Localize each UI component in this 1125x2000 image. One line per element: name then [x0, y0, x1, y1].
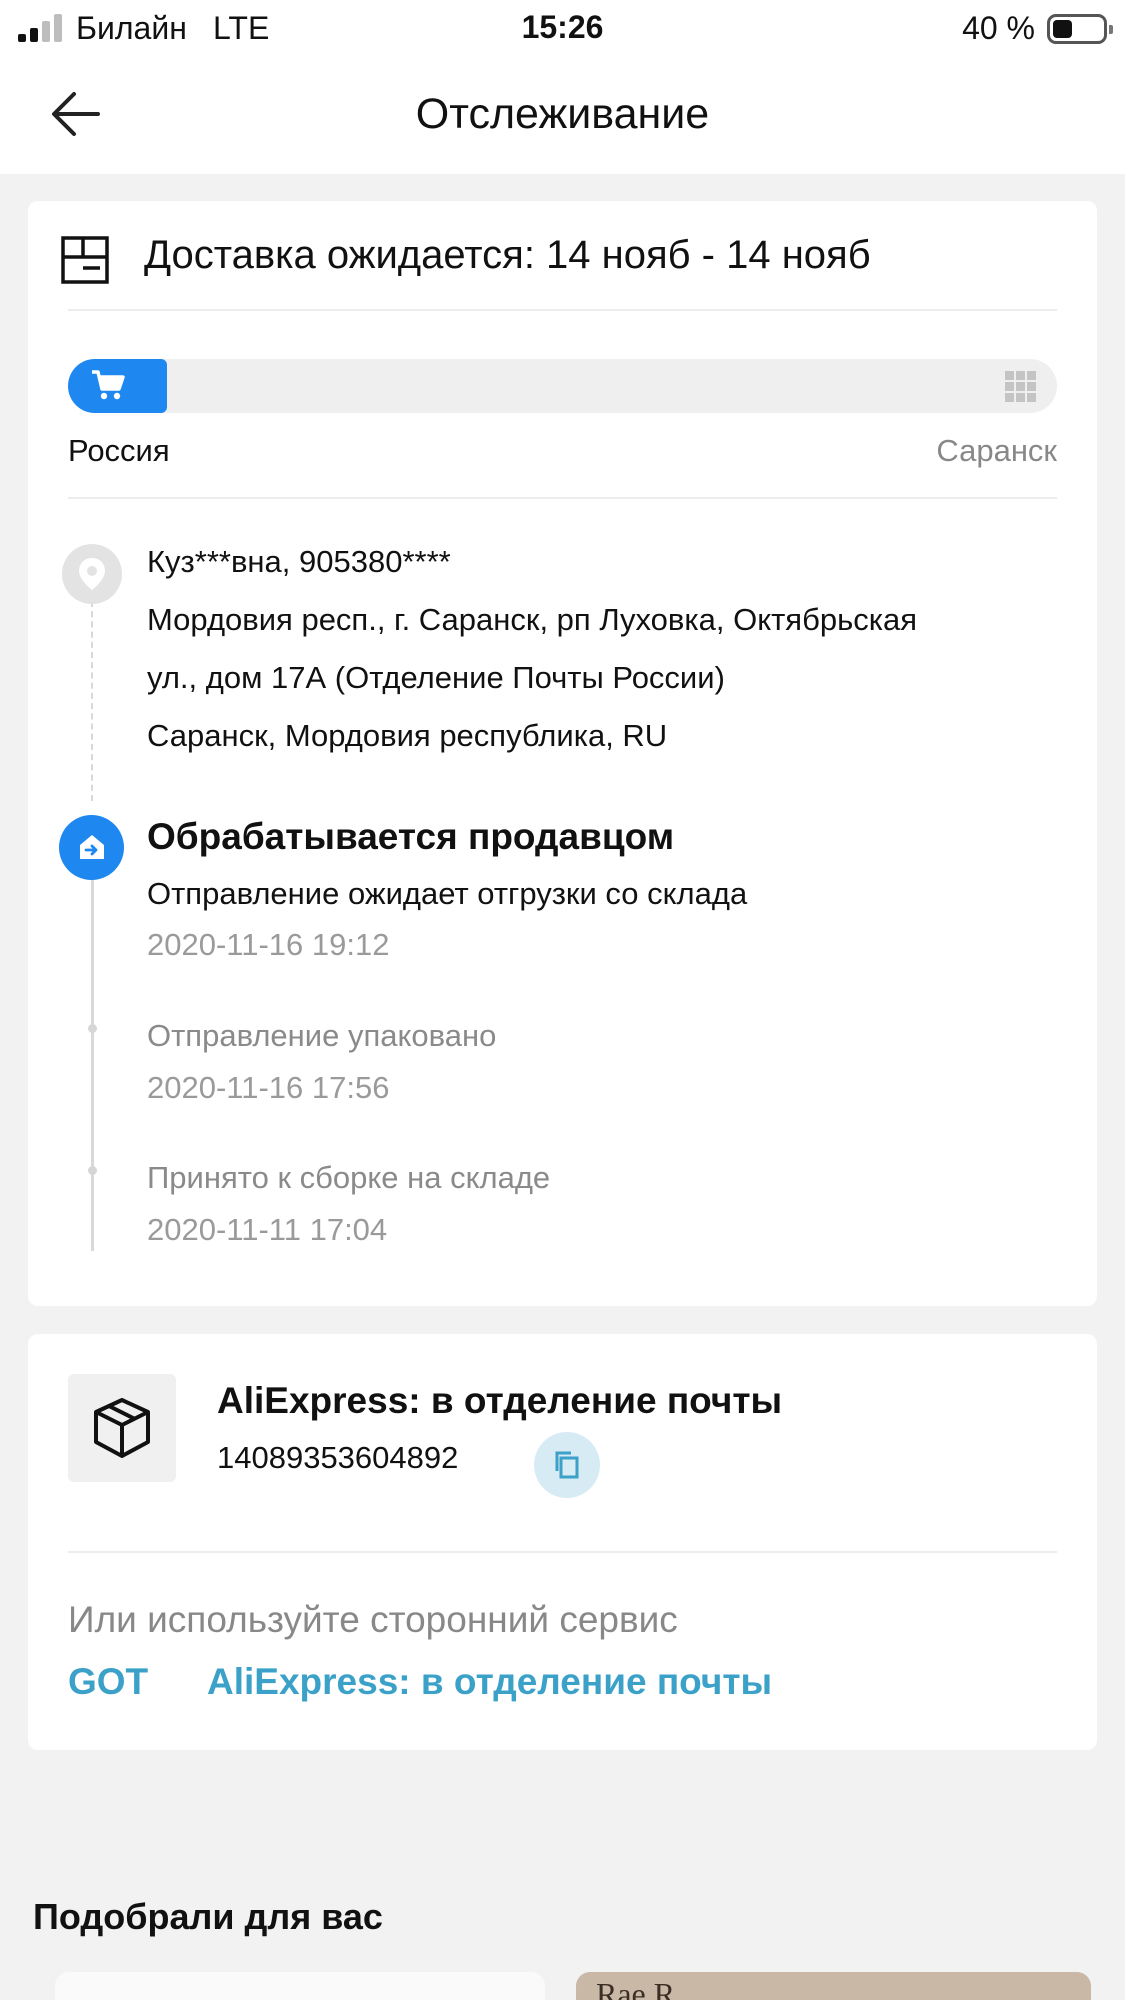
delivery-estimate: Доставка ожидается: 14 нояб - 14 нояб: [144, 233, 871, 277]
battery-percent: 40 %: [962, 10, 1035, 46]
nav-bar: Отслеживание: [0, 56, 1125, 174]
divider: [68, 309, 1057, 311]
third-party-hint: Или используйте сторонний сервис: [68, 1599, 678, 1640]
product-card[interactable]: [55, 1972, 545, 2000]
event-time: 2020-11-16 17:56: [147, 1070, 390, 1105]
recommendations-title: Подобрали для вас: [33, 1896, 383, 1937]
package-icon: [68, 1374, 176, 1482]
timeline-connector: [91, 601, 93, 801]
address-line: Мордовия респ., г. Саранск, рп Луховка, …: [147, 602, 918, 637]
status-bar: Билайн LTE 15:26 40 %: [0, 0, 1125, 56]
seller-processing-icon: [59, 815, 124, 880]
page-title: Отслеживание: [415, 90, 710, 138]
divider: [68, 497, 1057, 499]
clock: 15:26: [521, 9, 604, 45]
parcel-card: AliExpress: в отделение почты 1408935360…: [28, 1334, 1097, 1750]
recipient-name-phone: Куз***вна, 905380****: [147, 544, 451, 579]
tracking-number: 14089353604892: [217, 1440, 459, 1475]
current-status: Обрабатывается продавцом: [147, 816, 675, 857]
divider: [68, 1551, 1057, 1553]
route-destination: Саранск: [936, 433, 1057, 468]
event-description: Отправление упаковано: [147, 1018, 497, 1053]
product-image-text: Rae R: [596, 1976, 676, 2000]
carrier-name: AliExpress: в отделение почты: [217, 1380, 783, 1421]
battery-level: [1053, 20, 1073, 38]
delivery-progress-bar: [68, 359, 1057, 413]
copy-tracking-button[interactable]: [534, 1432, 600, 1498]
product-card[interactable]: Rae R: [576, 1972, 1091, 2000]
route-origin: Россия: [68, 433, 170, 468]
tracking-card: Доставка ожидается: 14 нояб - 14 нояб Ро…: [28, 201, 1097, 1306]
address-line: ул., дом 17А (Отделение Почты России): [147, 660, 725, 695]
event-time: 2020-11-16 19:12: [147, 927, 390, 962]
timeline-line: [91, 861, 94, 1251]
event-description: Отправление ожидает отгрузки со склада: [147, 876, 748, 911]
cart-icon: [92, 370, 125, 400]
delivery-calendar-icon: [61, 236, 109, 284]
battery-icon: [1047, 14, 1113, 44]
copy-icon: [555, 1451, 579, 1479]
timeline-dot: [88, 1024, 97, 1033]
event-description: Принято к сборке на складе: [147, 1160, 551, 1195]
building-icon: [1005, 371, 1036, 402]
event-time: 2020-11-11 17:04: [147, 1212, 388, 1247]
address-line: Саранск, Мордовия республика, RU: [147, 718, 668, 753]
location-pin-icon: [62, 544, 122, 604]
aliexpress-tracking-link[interactable]: AliExpress: в отделение почты: [207, 1661, 772, 1703]
got-tracking-link[interactable]: GOT: [68, 1661, 148, 1703]
timeline-dot: [88, 1166, 97, 1175]
